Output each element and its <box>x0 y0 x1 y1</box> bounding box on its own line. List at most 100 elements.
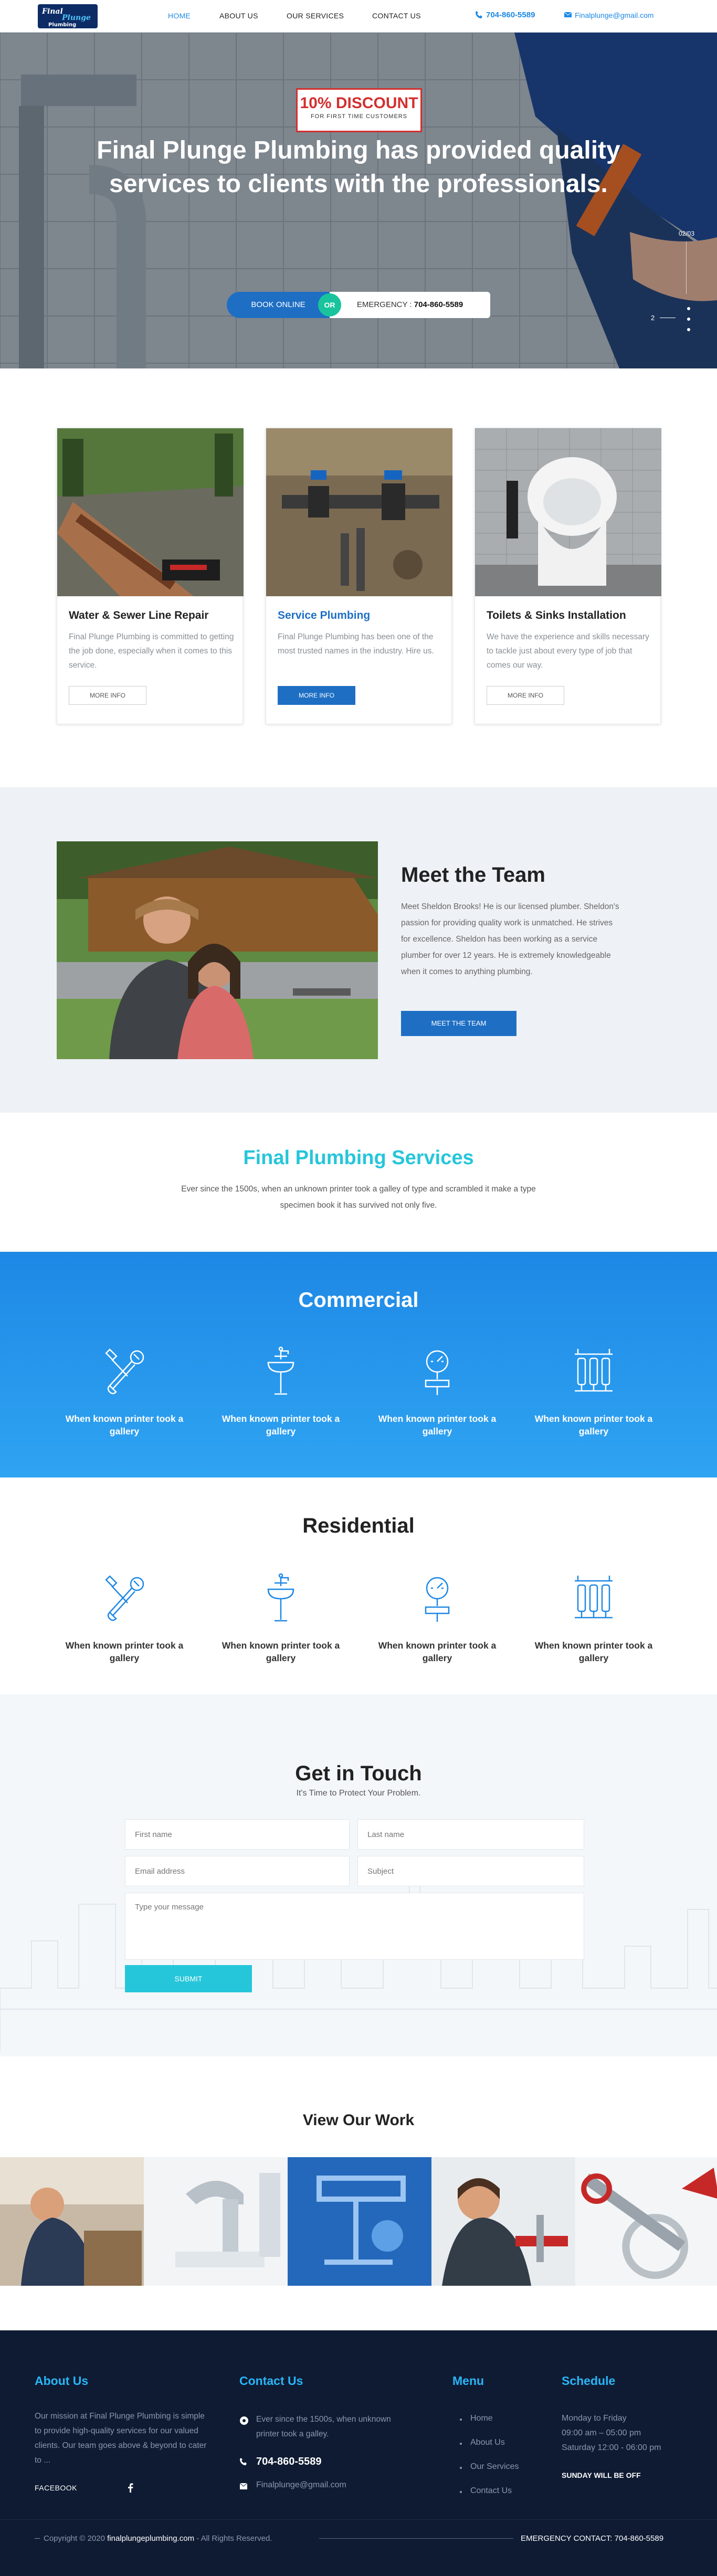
contact-title: Get in Touch <box>295 1762 422 1785</box>
slide-dot-2[interactable] <box>687 318 690 321</box>
team-description: Meet Sheldon Brooks! He is our licensed … <box>401 902 619 976</box>
residential-item-label: When known printer took a gallery <box>222 1640 340 1663</box>
header-email-link[interactable]: Finalplunge@gmail.com <box>575 11 653 19</box>
residential-item: When known printer took a gallery <box>531 1570 657 1664</box>
logo[interactable]: Final Plunge Plumbing <box>37 3 99 29</box>
nav-services[interactable]: OUR SERVICES <box>287 12 344 20</box>
commercial-title: Commercial <box>298 1289 419 1312</box>
slide-dot-1[interactable] <box>687 307 690 310</box>
slide-number: 2 <box>651 314 655 322</box>
more-info-button[interactable]: MORE INFO <box>69 686 146 705</box>
footer-emergency-contact: EMERGENCY CONTACT: 704-860-5589 <box>521 2534 664 2543</box>
more-info-button[interactable]: MORE INFO <box>278 686 355 705</box>
footer-menu-services[interactable]: Our Services <box>470 2462 519 2472</box>
footer-contact-title: Contact Us <box>239 2374 303 2388</box>
service-image-toilet <box>475 428 661 596</box>
header-phone-link[interactable]: 704-860-5589 <box>486 10 535 19</box>
footer-line <box>319 2538 513 2539</box>
discount-badge: 10% DISCOUNT FOR FIRST TIME CUSTOMERS <box>296 88 422 132</box>
service-title: Toilets & Sinks Installation <box>487 609 626 621</box>
contact-subtitle: It's Time to Protect Your Problem. <box>296 1789 421 1798</box>
team-title: Meet the Team <box>401 863 545 886</box>
emergency-phone: 704-860-5589 <box>414 300 463 309</box>
copyright-pre: Copyright © 2020 <box>44 2534 108 2543</box>
schedule-sunday: SUNDAY WILL BE OFF <box>562 2471 641 2479</box>
bullet <box>460 2491 462 2493</box>
view-work-title: View Our Work <box>302 2112 415 2129</box>
residential-item: When known printer took a gallery <box>61 1570 187 1664</box>
facebook-link[interactable]: FACEBOOK <box>35 2484 77 2492</box>
work-photo-4[interactable] <box>431 2157 575 2286</box>
service-card: Water & Sewer Line Repair Final Plunge P… <box>57 428 244 724</box>
phone-icon <box>476 11 482 18</box>
book-online-button[interactable]: BOOK ONLINE <box>227 292 330 318</box>
wrench-icon <box>105 1348 144 1395</box>
meet-the-team-button[interactable]: MEET THE TEAM <box>401 1011 516 1036</box>
svg-text:Plumbing: Plumbing <box>48 22 76 28</box>
service-text: We have the experience and skills necess… <box>487 632 649 670</box>
service-image-sewer <box>57 428 244 596</box>
faucet-icon <box>267 1346 294 1395</box>
submit-button[interactable]: SUBMIT <box>125 1965 252 1992</box>
residential-item-label: When known printer took a gallery <box>378 1640 497 1663</box>
services-heading: Final Plumbing Services <box>243 1147 474 1169</box>
water-filter-icon <box>575 1349 613 1392</box>
footer-divider <box>0 2519 717 2520</box>
pressure-gauge-icon <box>425 1577 450 1622</box>
phone-icon <box>240 2458 247 2465</box>
service-text: Final Plunge Plumbing is committed to ge… <box>69 632 234 670</box>
service-card: Service Plumbing Final Plunge Plumbing h… <box>266 428 452 724</box>
residential-title: Residential <box>302 1514 415 1537</box>
last-name-field[interactable] <box>357 1819 584 1850</box>
service-title: Service Plumbing <box>278 609 371 621</box>
email-field[interactable] <box>125 1856 350 1886</box>
footer-menu-about[interactable]: About Us <box>470 2438 505 2447</box>
service-text: Final Plunge Plumbing has been one of th… <box>278 632 434 656</box>
commercial-item-label: When known printer took a gallery <box>222 1413 340 1437</box>
commercial-item-label: When known printer took a gallery <box>378 1413 497 1437</box>
copyright-site[interactable]: finalplungeplumbing.com <box>107 2534 194 2543</box>
bullet <box>460 2467 462 2469</box>
footer-about-title: About Us <box>35 2374 89 2388</box>
team-photo <box>57 841 378 1059</box>
commercial-item: When known printer took a gallery <box>61 1344 187 1438</box>
commercial-item-label: When known printer took a gallery <box>65 1413 184 1437</box>
discount-subtitle: FOR FIRST TIME CUSTOMERS <box>310 113 408 120</box>
service-image-plumbing <box>266 428 452 596</box>
bullet <box>460 2443 462 2445</box>
work-photo-5[interactable] <box>575 2157 717 2286</box>
first-name-field[interactable] <box>125 1819 350 1850</box>
footer-email-link[interactable]: Finalplunge@gmail.com <box>256 2480 346 2490</box>
nav-home[interactable]: HOME <box>168 12 191 20</box>
wrench-icon <box>105 1575 144 1621</box>
emergency-button[interactable]: EMERGENCY : 704-860-5589 <box>330 292 490 318</box>
work-photo-3[interactable] <box>288 2157 431 2286</box>
footer-menu-contact[interactable]: Contact Us <box>470 2486 512 2496</box>
work-photo-2[interactable] <box>144 2157 288 2286</box>
copyright-text: Copyright © 2020 finalplungeplumbing.com… <box>44 2534 272 2543</box>
nav-about[interactable]: ABOUT US <box>219 12 258 20</box>
slide-progress-line <box>686 241 687 294</box>
slide-counter: 02/03 <box>679 230 695 237</box>
message-field[interactable] <box>125 1893 584 1960</box>
service-card: Toilets & Sinks Installation We have the… <box>475 428 661 724</box>
footer-phone-link[interactable]: 704-860-5589 <box>256 2456 322 2468</box>
emergency-label: EMERGENCY : <box>356 300 414 309</box>
services-intro: Ever since the 1500s, when an unknown pr… <box>181 1185 536 1210</box>
subject-field[interactable] <box>357 1856 584 1886</box>
email-icon <box>564 12 572 17</box>
more-info-button[interactable]: MORE INFO <box>487 686 564 705</box>
nav-contact[interactable]: CONTACT US <box>372 12 421 20</box>
footer-menu-home[interactable]: Home <box>470 2414 493 2423</box>
residential-item-label: When known printer took a gallery <box>534 1640 653 1663</box>
commercial-item: When known printer took a gallery <box>531 1344 657 1438</box>
svg-text:Final: Final <box>41 7 63 16</box>
location-icon <box>240 2416 248 2425</box>
copyright-dash <box>35 2538 40 2539</box>
work-photo-1[interactable] <box>0 2157 144 2286</box>
schedule-saturday: Saturday 12:00 - 06:00 pm <box>562 2443 661 2452</box>
footer-schedule-title: Schedule <box>562 2374 616 2388</box>
residential-item: When known printer took a gallery <box>374 1570 500 1664</box>
facebook-icon[interactable] <box>127 2483 133 2493</box>
slide-dot-3[interactable] <box>687 328 690 331</box>
